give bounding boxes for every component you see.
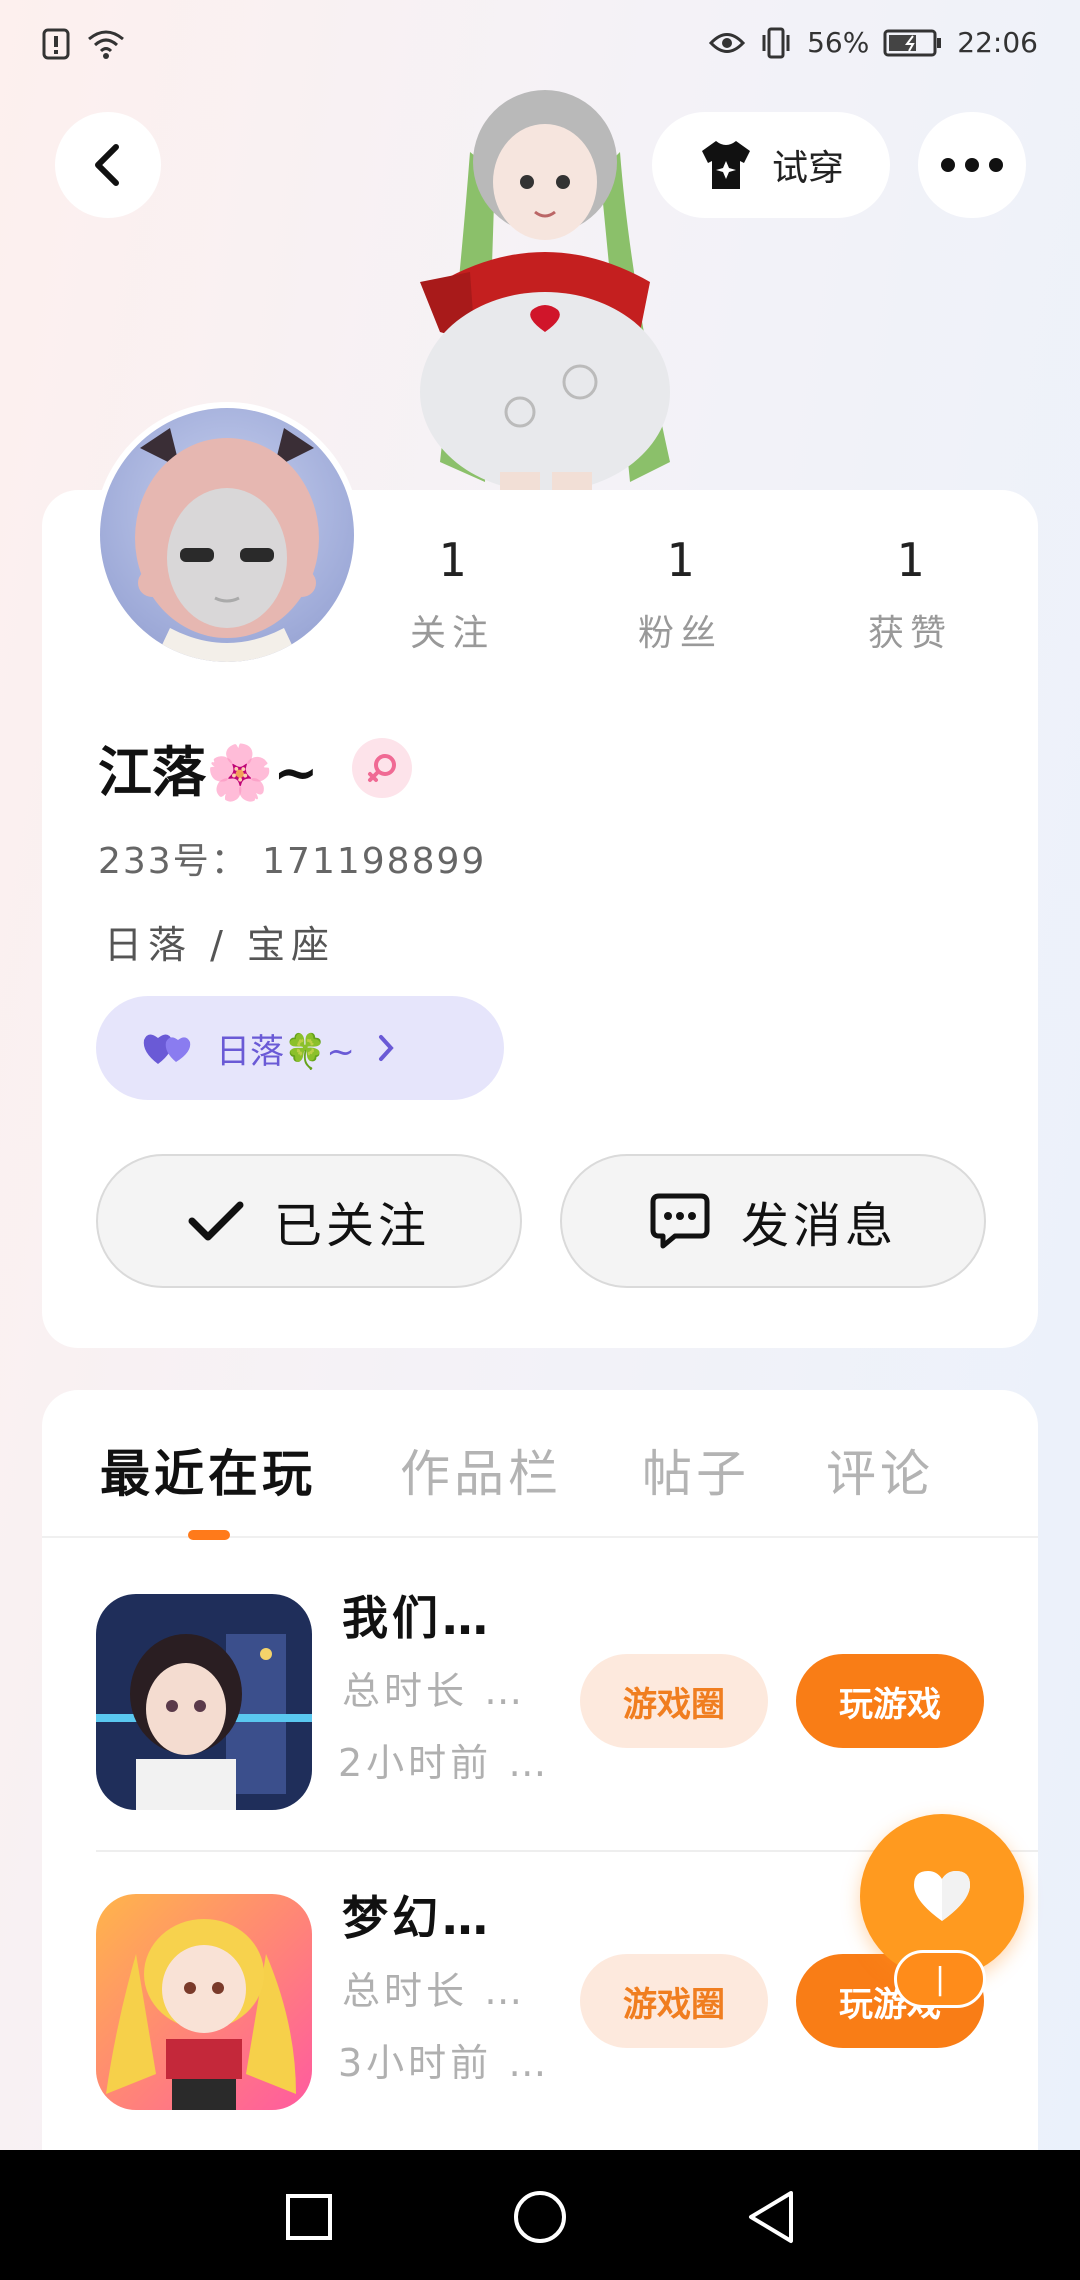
more-button[interactable] bbox=[918, 112, 1026, 218]
back-button[interactable] bbox=[55, 112, 161, 218]
heart-icon bbox=[914, 1871, 970, 1921]
likes-count: 1 bbox=[896, 533, 924, 587]
game-duration: 总时长 … bbox=[342, 1969, 527, 2013]
try-on-button[interactable]: 试穿 bbox=[652, 112, 890, 218]
followed-button[interactable]: 已关注 bbox=[96, 1154, 522, 1288]
check-icon bbox=[188, 1201, 244, 1241]
try-on-label: 试穿 bbox=[771, 148, 844, 189]
tab-posts[interactable]: 帖子 bbox=[642, 1434, 750, 1506]
likes-label: 获赞 bbox=[867, 613, 952, 654]
send-message-button[interactable]: 发消息 bbox=[560, 1154, 986, 1288]
game-last-played: 2小时前 … bbox=[338, 1741, 551, 1785]
more-dots-icon bbox=[941, 158, 1003, 172]
content-card: 最近在玩 作品栏 帖子 评论 我们… 总时长 … 2小时前 … 游戏圈 玩游戏 bbox=[42, 1390, 1038, 2190]
game-icon[interactable] bbox=[96, 1894, 312, 2110]
alert-icon bbox=[42, 28, 70, 60]
following-count: 1 bbox=[438, 533, 466, 587]
user-id: 233号： 171198899 bbox=[98, 841, 487, 882]
followers-count: 1 bbox=[666, 533, 694, 587]
followers-label: 粉丝 bbox=[637, 613, 722, 654]
game-circle-button[interactable]: 游戏圈 bbox=[580, 1654, 768, 1748]
user-bio: 日落 / 宝座 bbox=[104, 923, 335, 967]
tab-comments[interactable]: 评论 bbox=[826, 1434, 934, 1506]
send-message-label: 发消息 bbox=[740, 1198, 897, 1254]
name-row: 江落🌸~ bbox=[98, 728, 413, 807]
tab-recent-playing[interactable]: 最近在玩 bbox=[100, 1434, 316, 1506]
stat-likes[interactable]: 1 获赞 bbox=[830, 530, 990, 656]
double-heart-icon bbox=[143, 1034, 191, 1064]
game-icon[interactable] bbox=[96, 1594, 312, 1810]
cp-label: 日落🍀~ bbox=[216, 1031, 355, 1072]
wifi-icon bbox=[88, 30, 124, 59]
stat-followers[interactable]: 1 粉丝 bbox=[600, 530, 760, 656]
user-name: 江落🌸~ bbox=[98, 741, 319, 804]
back-nav-button[interactable] bbox=[736, 2182, 806, 2252]
circle-icon bbox=[514, 2191, 566, 2243]
floating-badge: | bbox=[894, 1950, 986, 2008]
game-title: 我们… bbox=[342, 1591, 492, 1645]
game-duration: 总时长 … bbox=[342, 1669, 527, 1713]
square-icon bbox=[286, 2194, 332, 2240]
followed-label: 已关注 bbox=[273, 1198, 430, 1254]
recent-apps-button[interactable] bbox=[274, 2182, 344, 2252]
chevron-right-icon bbox=[378, 1035, 394, 1061]
tab-works[interactable]: 作品栏 bbox=[400, 1434, 562, 1506]
clock: 22:06 bbox=[957, 26, 1038, 59]
system-nav-bar bbox=[0, 2150, 1080, 2280]
following-label: 关注 bbox=[409, 613, 494, 654]
play-game-button[interactable]: 玩游戏 bbox=[796, 1654, 984, 1748]
cp-relation-pill[interactable]: 日落🍀~ bbox=[96, 996, 504, 1100]
battery-percent: 56% bbox=[807, 26, 870, 59]
female-icon bbox=[368, 753, 397, 782]
eye-comfort-icon bbox=[709, 32, 746, 53]
tshirt-icon bbox=[701, 141, 750, 189]
battery-icon bbox=[883, 29, 942, 56]
home-button[interactable] bbox=[505, 2182, 575, 2252]
tab-bar: 最近在玩 作品栏 帖子 评论 bbox=[42, 1390, 1038, 1540]
triangle-back-icon bbox=[749, 2191, 793, 2243]
list-item[interactable]: 我们… 总时长 … 2小时前 … 游戏圈 玩游戏 bbox=[42, 1538, 1038, 1838]
dressup-character-image bbox=[400, 82, 690, 492]
chat-bubble-icon bbox=[650, 1193, 710, 1249]
game-last-played: 3小时前 … bbox=[338, 2041, 551, 2085]
game-circle-button[interactable]: 游戏圈 bbox=[580, 1954, 768, 2048]
status-bar: 56% 22:06 bbox=[0, 0, 1080, 92]
stat-following[interactable]: 1 关注 bbox=[372, 530, 532, 656]
vibrate-icon bbox=[762, 27, 790, 58]
game-title: 梦幻… bbox=[342, 1891, 492, 1945]
back-arrow-icon bbox=[95, 144, 119, 186]
avatar[interactable] bbox=[94, 402, 360, 668]
gender-badge bbox=[352, 737, 413, 798]
